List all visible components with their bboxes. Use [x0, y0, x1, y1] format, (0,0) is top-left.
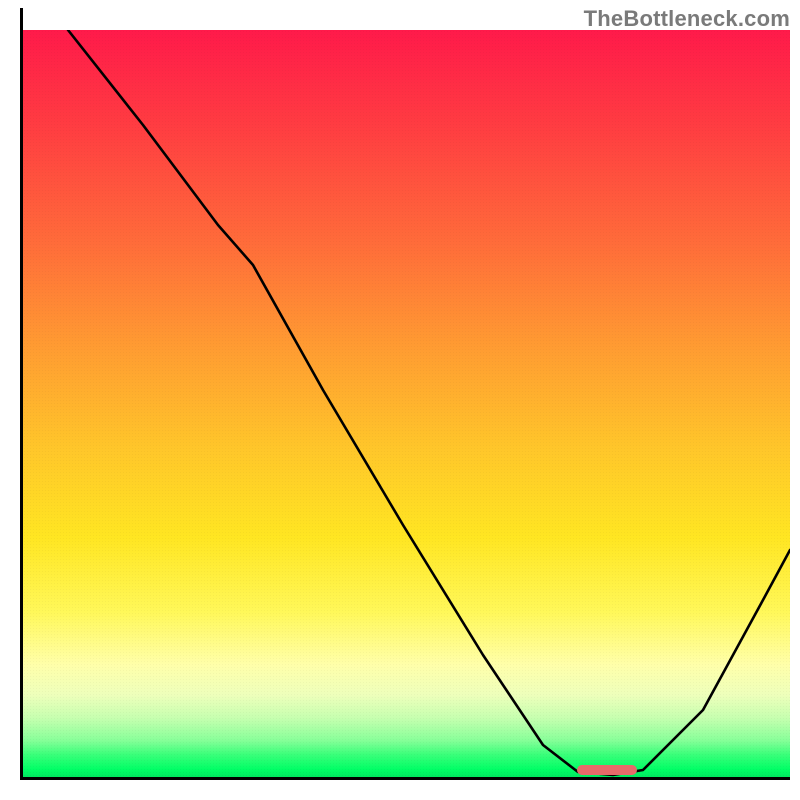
bottleneck-curve — [23, 30, 790, 777]
x-axis — [20, 777, 790, 780]
bottleneck-chart: TheBottleneck.com — [0, 0, 800, 800]
watermark-text: TheBottleneck.com — [584, 6, 790, 32]
optimal-marker — [577, 765, 637, 775]
plot-area — [23, 30, 790, 777]
